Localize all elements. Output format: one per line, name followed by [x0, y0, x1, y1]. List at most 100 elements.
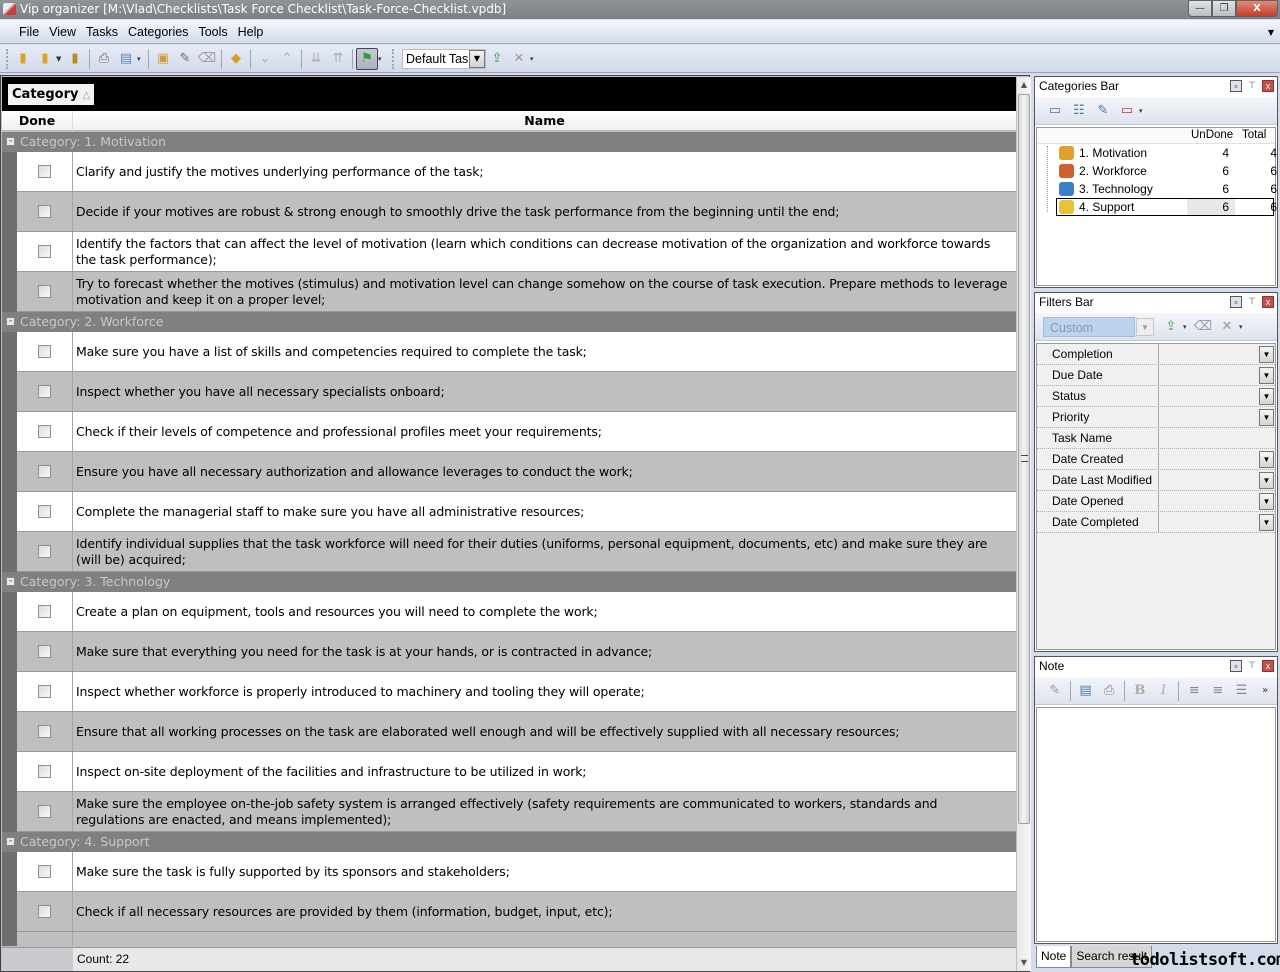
scroll-up-icon[interactable]: ▲: [1017, 77, 1031, 93]
collapse-icon[interactable]: -: [6, 317, 15, 326]
toolbar-grip[interactable]: [6, 48, 9, 69]
task-row[interactable]: Make sure that everything you need for t…: [17, 632, 1016, 672]
task-row[interactable]: Make sure the task is fully supported by…: [17, 852, 1016, 892]
filter-row[interactable]: Date Opened ▼: [1037, 491, 1275, 512]
print-dropdown-icon[interactable]: ▾: [137, 55, 145, 63]
chevron-down-icon[interactable]: ▼: [1259, 346, 1274, 363]
task-row[interactable]: Inspect whether workforce is properly in…: [17, 672, 1016, 712]
chevron-down-icon[interactable]: ▼: [1136, 317, 1154, 336]
chevron-down-icon[interactable]: ▼: [1259, 493, 1274, 510]
task-row[interactable]: Identify the factors that can affect the…: [17, 232, 1016, 272]
chevron-down-icon[interactable]: ▼: [1259, 451, 1274, 468]
task-name[interactable]: Make sure you have a list of skills and …: [73, 332, 1016, 371]
done-checkbox[interactable]: [38, 765, 51, 778]
note-preview-icon[interactable]: ▤: [1074, 681, 1098, 701]
column-header-done[interactable]: Done: [2, 111, 73, 131]
done-checkbox[interactable]: [38, 725, 51, 738]
edit-task-icon[interactable]: ✎: [174, 48, 196, 70]
view-combo[interactable]: Default Task ▼: [402, 48, 486, 69]
done-checkbox[interactable]: [38, 165, 51, 178]
delete-category-icon[interactable]: ▭: [1115, 101, 1139, 121]
task-row[interactable]: Create a plan on equipment, tools and re…: [17, 592, 1016, 632]
collapse-icon[interactable]: -: [6, 137, 15, 146]
pin-icon[interactable]: ⊤: [1246, 80, 1258, 92]
print-icon[interactable]: ⎙: [93, 48, 115, 70]
add-subcategory-icon[interactable]: ☷: [1067, 101, 1091, 121]
task-name[interactable]: Inspect on-site deployment of the facili…: [73, 752, 1016, 791]
task-name[interactable]: Inspect whether workforce is properly in…: [73, 672, 1016, 711]
vertical-scrollbar[interactable]: ▲ ▼: [1017, 77, 1031, 971]
done-checkbox[interactable]: [38, 345, 51, 358]
task-name[interactable]: Clarify and justify the motives underlyi…: [73, 152, 1016, 191]
chevron-down-icon[interactable]: ▼: [469, 49, 485, 68]
done-checkbox[interactable]: [38, 245, 51, 258]
filter-row[interactable]: Due Date ▼: [1037, 365, 1275, 386]
apply-filter-dropdown-icon[interactable]: ▾: [1183, 323, 1191, 331]
task-name[interactable]: Check if their levels of competence and …: [73, 412, 1016, 451]
toolbar-overflow-icon[interactable]: ▾: [530, 55, 538, 63]
new-database-icon[interactable]: ▮: [12, 48, 34, 70]
complete-icon[interactable]: ◆: [225, 48, 247, 70]
move-bottom-icon[interactable]: ⇊: [305, 48, 327, 70]
menu-tasks[interactable]: Tasks: [81, 25, 123, 39]
task-row[interactable]: Make sure you have a list of skills and …: [17, 332, 1016, 372]
task-name[interactable]: Make sure that everything you need for t…: [73, 632, 1016, 671]
category-item[interactable]: 2. Workforce 6 6: [1037, 162, 1277, 180]
task-name[interactable]: Make sure the task is fully supported by…: [73, 852, 1016, 891]
task-name[interactable]: Inspect whether you have all necessary s…: [73, 372, 1016, 411]
new-task-icon[interactable]: ▣: [152, 48, 174, 70]
scroll-thumb[interactable]: [1018, 94, 1030, 824]
filter-preset-combo[interactable]: Custom ▼: [1043, 316, 1154, 337]
column-header-name[interactable]: Name: [73, 111, 1016, 131]
collapse-icon[interactable]: -: [6, 577, 15, 586]
edit-category-icon[interactable]: ✎: [1091, 101, 1115, 121]
category-item[interactable]: 1. Motivation 4 4: [1037, 144, 1277, 162]
collapse-icon[interactable]: -: [6, 837, 15, 846]
menu-help[interactable]: Help: [233, 25, 269, 39]
toolbar-grip[interactable]: [392, 48, 395, 69]
apply-filter-icon[interactable]: ⇪: [1159, 317, 1183, 337]
float-panel-icon[interactable]: ▫: [1230, 296, 1242, 308]
task-row[interactable]: Make sure the employee on-the-job safety…: [17, 792, 1016, 832]
done-checkbox[interactable]: [38, 685, 51, 698]
italic-icon[interactable]: I: [1152, 681, 1176, 701]
task-name[interactable]: Identify the factors that can affect the…: [73, 232, 1016, 271]
pin-icon[interactable]: ⊤: [1246, 296, 1258, 308]
print-preview-icon[interactable]: ▤: [115, 48, 137, 70]
done-checkbox[interactable]: [38, 465, 51, 478]
done-checkbox[interactable]: [38, 805, 51, 818]
task-name[interactable]: Ensure that all working processes on the…: [73, 712, 1016, 751]
done-checkbox[interactable]: [38, 205, 51, 218]
note-editor[interactable]: [1036, 707, 1276, 942]
close-panel-icon[interactable]: x: [1262, 296, 1274, 308]
clear-filter-icon[interactable]: ✕: [508, 48, 530, 70]
delete-task-icon[interactable]: ⌫: [196, 48, 218, 70]
task-name[interactable]: Make sure the employee on-the-job safety…: [73, 792, 1016, 831]
align-left-icon[interactable]: ≡: [1182, 681, 1206, 701]
bold-icon[interactable]: B: [1128, 681, 1152, 701]
filter-row[interactable]: Date Last Modified ▼: [1037, 470, 1275, 491]
eraser-icon[interactable]: ⌫: [1191, 317, 1215, 337]
task-row[interactable]: Decide if your motives are robust & stro…: [17, 192, 1016, 232]
task-row[interactable]: Try to forecast whether the motives (sti…: [17, 272, 1016, 312]
category-item[interactable]: 4. Support 6 6: [1037, 198, 1277, 216]
task-name[interactable]: Identify individual supplies that the ta…: [73, 532, 1016, 571]
group-row[interactable]: - Category: 4. Support: [2, 832, 1016, 852]
scroll-down-icon[interactable]: ▼: [1017, 955, 1031, 971]
note-print-icon[interactable]: ⎙: [1097, 681, 1121, 701]
task-name[interactable]: Complete the managerial staff to make su…: [73, 492, 1016, 531]
tab-note[interactable]: Note: [1036, 946, 1072, 968]
group-row[interactable]: - Category: 3. Technology: [2, 572, 1016, 592]
done-checkbox[interactable]: [38, 505, 51, 518]
category-item[interactable]: 3. Technology 6 6: [1037, 180, 1277, 198]
task-name[interactable]: Decide if your motives are robust & stro…: [73, 192, 1016, 231]
toolbar-overflow-icon[interactable]: »: [1253, 681, 1277, 701]
task-row[interactable]: Clarify and justify the motives underlyi…: [17, 152, 1016, 192]
done-checkbox[interactable]: [38, 385, 51, 398]
restore-button[interactable]: ❐: [1212, 0, 1236, 17]
filter-row[interactable]: Priority ▼: [1037, 407, 1275, 428]
minimize-button[interactable]: —: [1188, 0, 1212, 17]
menu-tools[interactable]: Tools: [193, 25, 232, 39]
close-button[interactable]: X: [1236, 0, 1278, 17]
filter-row[interactable]: Task Name: [1037, 428, 1275, 449]
